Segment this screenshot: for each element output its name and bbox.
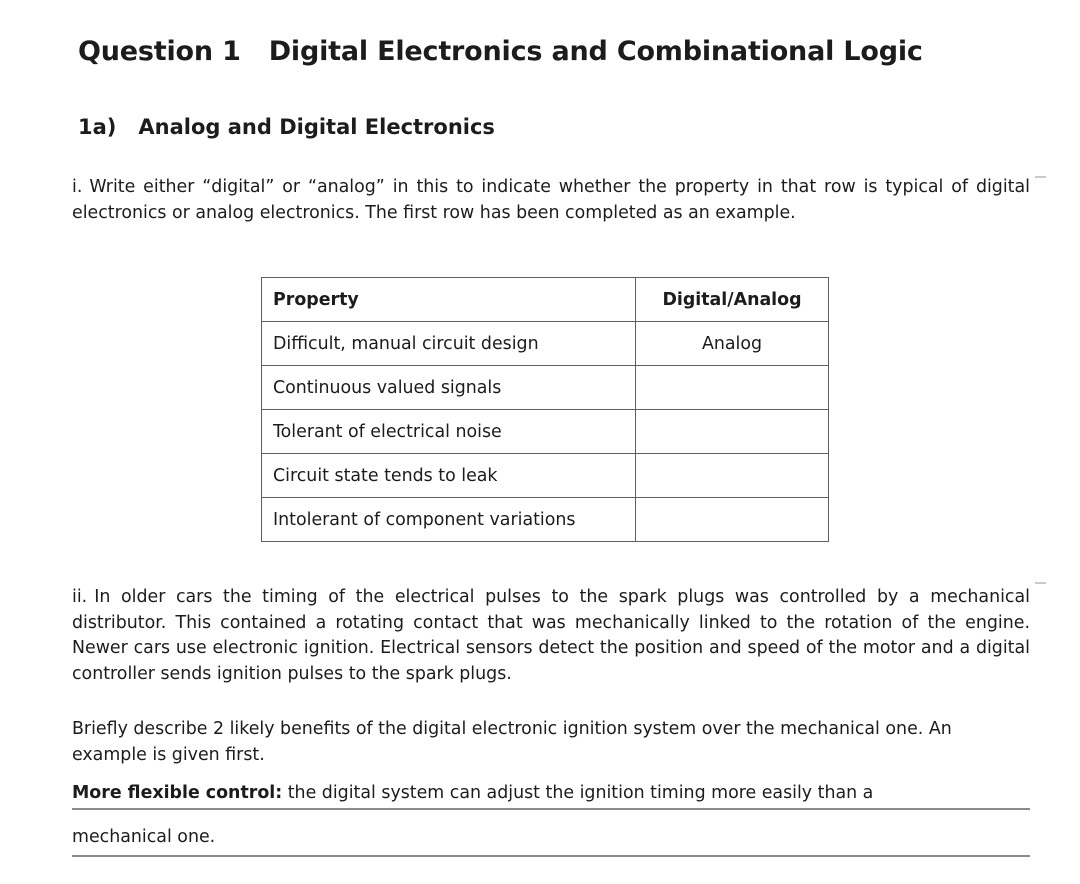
cell-answer[interactable]	[635, 453, 829, 498]
page-title: Question 1 Digital Electronics and Combin…	[78, 36, 923, 67]
answer-rule-1	[72, 808, 1030, 810]
part-i-paragraph: i. Write either “digital” or “analog” in …	[72, 175, 1030, 226]
cell-property: Intolerant of component variations	[261, 497, 636, 542]
answer-lead-in: More flexible control:	[72, 783, 283, 803]
section-heading: 1a) Analog and Digital Electronics	[78, 115, 495, 139]
part-i-marker: i.	[72, 177, 83, 198]
part-ii-text: In older cars the timing of the electric…	[72, 587, 1030, 684]
part-i-text: Write either “digital” or “analog” in th…	[72, 177, 1030, 223]
table-row: Intolerant of component variations	[261, 497, 829, 542]
part-ii-marker: ii.	[72, 587, 88, 608]
cell-property: Difficult, manual circuit design	[261, 321, 636, 366]
table-header-row: Property Digital/Analog	[261, 277, 829, 322]
table-header: Property Digital/Analog	[261, 277, 829, 322]
table-body: Difficult, manual circuit design Analog …	[261, 321, 829, 542]
cell-property: Tolerant of electrical noise	[261, 409, 636, 454]
part-ii-paragraph: ii. In older cars the timing of the elect…	[72, 585, 1030, 687]
cell-answer[interactable]	[635, 365, 829, 410]
table-row: Difficult, manual circuit design Analog	[261, 321, 829, 366]
cell-answer[interactable]	[635, 409, 829, 454]
brief-instruction-paragraph: Briefly describe 2 likely benefits of th…	[72, 719, 952, 765]
cell-property: Continuous valued signals	[261, 365, 636, 410]
section-heading-text: Analog and Digital Electronics	[138, 115, 495, 140]
table-row: Continuous valued signals	[261, 365, 829, 410]
column-header-property: Property	[261, 277, 636, 322]
cell-answer[interactable]	[635, 497, 829, 542]
example-answer-line-2: mechanical one.	[72, 827, 216, 847]
cell-property: Circuit state tends to leak	[261, 453, 636, 498]
table-row: Circuit state tends to leak	[261, 453, 829, 498]
margin-tick-mark	[1035, 582, 1046, 584]
example-answer-line-1: More flexible control: the digital syste…	[72, 781, 1030, 807]
property-classification-table: Property Digital/Analog Difficult, manua…	[261, 277, 829, 542]
answer-body-text: the digital system can adjust the igniti…	[287, 783, 874, 803]
question-number: Question 1	[78, 36, 241, 68]
cell-answer[interactable]: Analog	[635, 321, 829, 366]
margin-tick-mark	[1035, 176, 1046, 178]
section-number: 1a)	[78, 115, 117, 140]
table-row: Tolerant of electrical noise	[261, 409, 829, 454]
answer-rule-2	[72, 855, 1030, 857]
question-title-text: Digital Electronics and Combinational Lo…	[268, 36, 923, 68]
document-page: Question 1 Digital Electronics and Combin…	[0, 0, 1080, 884]
column-header-digital-analog: Digital/Analog	[635, 277, 829, 322]
